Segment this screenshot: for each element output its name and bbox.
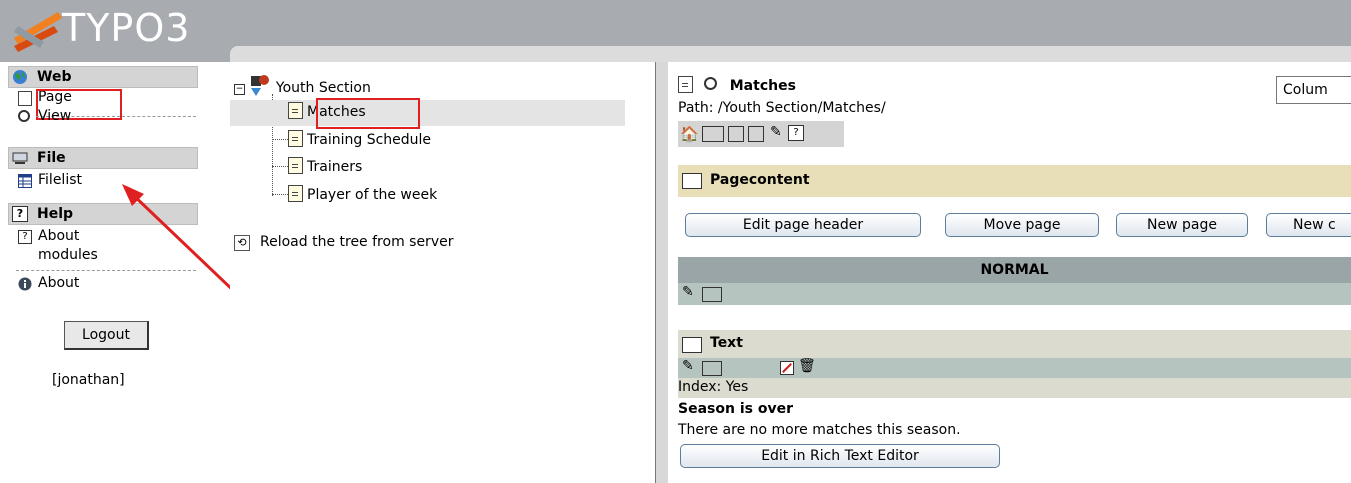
collapse-icon[interactable]: − xyxy=(234,84,245,95)
tree-node-label: Trainers xyxy=(307,159,363,175)
move-page-button[interactable]: Move page xyxy=(945,213,1099,237)
tree-node-trainers[interactable]: Trainers xyxy=(288,157,362,175)
page-icon xyxy=(288,130,303,147)
pencil-icon[interactable]: ✎ xyxy=(770,124,782,140)
section-header-bar: Pagecontent xyxy=(678,165,1351,197)
tree-root-label: Youth Section xyxy=(275,80,371,96)
module-tabstrip xyxy=(230,46,1351,62)
tree-connector xyxy=(272,166,288,167)
typo3-logo: TYPO3 xyxy=(0,0,230,62)
page-icon xyxy=(18,91,32,106)
menu-item-label: View xyxy=(38,108,72,124)
reload-label: Reload the tree from server xyxy=(260,234,454,250)
content-element-actions: ✎ 🗑 xyxy=(678,358,1351,378)
reload-icon: ⟲ xyxy=(234,235,250,251)
info-icon xyxy=(18,277,32,291)
tree-connector xyxy=(272,139,288,140)
tree-node-player-of-the-week[interactable]: Player of the week xyxy=(288,185,437,203)
tree-root[interactable]: − Youth Section xyxy=(234,74,371,98)
menu-group-file[interactable]: File xyxy=(8,147,198,169)
menu-group-label: Help xyxy=(37,206,74,222)
page-tree: − Youth Section Matches Training Schedul… xyxy=(230,62,660,483)
new-record-icon[interactable] xyxy=(702,287,722,302)
edit-rich-text-button[interactable]: Edit in Rich Text Editor xyxy=(680,444,1000,468)
page-icon xyxy=(678,76,693,93)
hide-icon[interactable] xyxy=(780,361,794,375)
magnifier-icon xyxy=(703,77,717,90)
help-icon[interactable]: ? xyxy=(788,125,804,141)
new-page-icon[interactable] xyxy=(748,126,764,142)
tree-connector xyxy=(272,194,288,195)
content-frame: Matches Colum Path: /Youth Section/Match… xyxy=(668,62,1351,483)
trash-icon[interactable]: 🗑 xyxy=(798,358,816,374)
tree-node-training-schedule[interactable]: Training Schedule xyxy=(288,130,431,148)
pencil-icon[interactable]: ✎ xyxy=(682,284,694,300)
page-up-icon[interactable]: 🏠 xyxy=(680,125,699,143)
new-record-icon[interactable] xyxy=(702,361,722,376)
move-icon[interactable] xyxy=(728,126,744,142)
new-record-icon[interactable] xyxy=(702,126,724,142)
logo-text: TYPO3 xyxy=(62,6,191,50)
content-element-heading: Season is over xyxy=(678,401,793,417)
page-icon xyxy=(288,157,303,174)
content-element-header: Text xyxy=(678,330,1351,358)
page-path: Path: /Youth Section/Matches/ xyxy=(678,100,886,116)
menu-item-label: Filelist xyxy=(38,172,82,188)
page-title-row: Matches xyxy=(678,76,796,94)
tree-node-label: Player of the week xyxy=(307,187,438,203)
section-header-label: Pagecontent xyxy=(710,172,810,188)
menu-item-label-line2: modules xyxy=(38,247,98,263)
drive-icon xyxy=(12,152,28,164)
menu-item-label: About xyxy=(38,275,80,291)
globe-icon xyxy=(13,70,27,84)
help-icon: ? xyxy=(18,230,32,244)
folder-root-icon xyxy=(251,75,270,96)
menu-group-label: File xyxy=(37,150,66,166)
table-icon xyxy=(18,174,32,188)
column-header: NORMAL xyxy=(678,257,1351,283)
content-element-type: Text xyxy=(710,335,743,351)
new-content-button[interactable]: New c xyxy=(1266,213,1351,237)
content-icon xyxy=(682,173,702,189)
typo3-logo-icon xyxy=(14,12,62,52)
column-actions-row: ✎ xyxy=(678,283,1351,305)
content-element-meta: Index: Yes xyxy=(678,378,1351,398)
content-element-body: There are no more matches this season. xyxy=(678,422,961,438)
menu-group-label: Web xyxy=(37,69,72,85)
pencil-icon[interactable]: ✎ xyxy=(682,358,694,374)
edit-page-header-button[interactable]: Edit page header xyxy=(685,213,921,237)
content-icon xyxy=(682,337,702,353)
menu-item-label: About xyxy=(38,228,80,244)
help-icon: ? xyxy=(12,206,28,222)
index-line: Index: Yes xyxy=(678,379,749,395)
tree-node-label: Training Schedule xyxy=(307,132,432,148)
page-icon xyxy=(288,102,303,119)
highlight-box xyxy=(316,98,420,129)
column-select[interactable]: Colum xyxy=(1276,76,1351,104)
page-toolbar: 🏠 ✎ ? xyxy=(678,121,844,147)
page-title: Matches xyxy=(729,78,796,94)
magnifier-icon xyxy=(18,110,30,122)
reload-tree-link[interactable]: ⟲ Reload the tree from server xyxy=(234,234,453,251)
new-page-button[interactable]: New page xyxy=(1116,213,1248,237)
menu-group-web[interactable]: Web xyxy=(8,66,198,88)
page-icon xyxy=(288,185,303,202)
